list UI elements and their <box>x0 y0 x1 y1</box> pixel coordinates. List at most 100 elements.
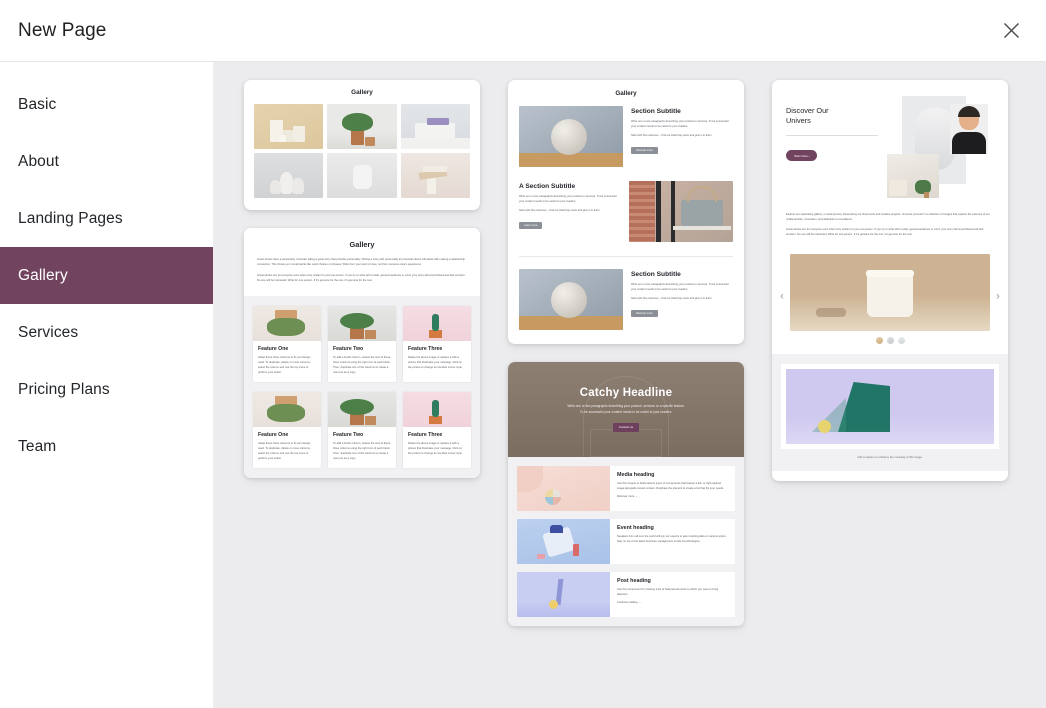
template-card-discover-univers[interactable]: Discover Our Univers Start Now › Explore… <box>772 80 1008 481</box>
list-item-text: Post heading Use this component for crea… <box>610 572 735 617</box>
gallery-grid <box>254 104 470 198</box>
template-title: Gallery <box>615 90 637 97</box>
list-item-text: Event heading Speakers from all over the… <box>610 519 735 564</box>
list-item-title: Media heading <box>617 472 655 478</box>
discover-body-1: Explore our captivating gallery, a visua… <box>786 213 990 221</box>
list-item-link[interactable]: Continue reading → <box>617 601 728 604</box>
hero-cta-button[interactable]: Contact us <box>612 422 640 432</box>
feature-card: Feature Two To add a fourth column, redu… <box>328 392 396 468</box>
template-title: Gallery <box>349 240 375 249</box>
feature-row: Feature One Adapt these three columns to… <box>253 392 471 468</box>
discover-copy: Explore our captivating gallery, a visua… <box>772 202 1008 250</box>
section-cta-button[interactable]: Learn more <box>519 221 543 230</box>
sidebar-item-label: Basic <box>18 95 57 113</box>
template-gallery-canvas: Gallery Gallery Great stories have a per… <box>214 62 1046 708</box>
carousel-thumb-1[interactable] <box>875 337 883 344</box>
sidebar-item-pricing-plans[interactable]: Pricing Plans <box>0 361 213 418</box>
sidebar-item-gallery[interactable]: Gallery <box>0 247 213 304</box>
sidebar-item-services[interactable]: Services <box>0 304 213 361</box>
hero-image-portrait <box>950 104 988 154</box>
sidebar-item-label: About <box>18 152 60 170</box>
template-card-catchy-headline[interactable]: Catchy Headline Write one or two paragra… <box>508 362 744 626</box>
hero-sub-2: To be successful your content needs to b… <box>579 409 673 414</box>
sidebar-item-label: Pricing Plans <box>18 380 110 398</box>
sidebar-item-label: Gallery <box>18 266 68 284</box>
chevron-right-icon[interactable]: › <box>991 291 1005 303</box>
chevron-left-icon[interactable]: ‹ <box>775 291 789 303</box>
section-image <box>629 181 733 242</box>
image-carousel: ‹ › <box>772 250 1008 344</box>
feature-text: Feature One Adapt these three columns to… <box>253 341 321 382</box>
sidebar-item-about[interactable]: About <box>0 133 213 190</box>
template-column-3: Discover Our Univers Start Now › Explore… <box>772 80 1008 481</box>
feature-body: Delete the above image or replace it wit… <box>408 442 463 455</box>
carousel-thumb-2[interactable] <box>886 337 894 344</box>
feature-image <box>253 306 321 341</box>
media-list: Media heading Use this snippet to build … <box>508 457 744 626</box>
sidebar-item-label: Services <box>18 323 79 341</box>
feature-body: Delete the above image or replace it wit… <box>408 356 463 369</box>
section-cta-button[interactable]: Discover more <box>631 146 658 155</box>
section-body-1: Write one or two paragraphs describing y… <box>631 283 729 291</box>
section-body-1: Write one or two paragraphs describing y… <box>631 120 729 128</box>
list-item-image <box>517 519 610 564</box>
category-sidebar: Basic About Landing Pages Gallery Servic… <box>0 62 214 708</box>
template-card-gallery-sections[interactable]: Gallery Section Subtitle Write one or tw… <box>508 80 744 344</box>
hero-banner: Catchy Headline Write one or two paragra… <box>508 362 744 457</box>
intro-paragraph-2: Great stories are for everyone even when… <box>257 274 466 282</box>
feature-card: Feature One Adapt these three columns to… <box>253 306 321 382</box>
feature-card: Feature Three Delete the above image or … <box>403 392 471 468</box>
captioned-image-frame <box>781 364 999 449</box>
feature-title: Feature Three <box>408 346 443 352</box>
carousel-thumb-3[interactable] <box>897 337 905 344</box>
template-card-gallery-features[interactable]: Gallery Great stories have a personality… <box>244 228 480 478</box>
section-body-2: Start with the customer – find out what … <box>519 209 601 212</box>
discover-hero-images <box>882 94 1008 198</box>
feature-text: Feature One Adapt these three columns to… <box>253 427 321 468</box>
template-title: Gallery <box>351 89 373 96</box>
feature-title: Feature Two <box>333 346 364 352</box>
page-title: New Page <box>18 19 107 41</box>
feature-image <box>328 392 396 427</box>
section-heading: A Section Subtitle <box>519 183 576 190</box>
discover-divider <box>786 134 878 136</box>
section-block: Section Subtitle Write one or two paragr… <box>519 106 733 167</box>
list-item-link[interactable]: Discover more → <box>617 495 728 498</box>
sidebar-item-team[interactable]: Team <box>0 418 213 475</box>
feature-title: Feature One <box>258 346 289 352</box>
gallery-thumb <box>254 104 324 149</box>
discover-heading-line-1: Discover Our <box>786 106 829 115</box>
list-item-body: Use this component for creating a list o… <box>617 588 719 596</box>
discover-hero-text: Discover Our Univers Start Now › <box>786 94 878 198</box>
feature-image <box>328 306 396 341</box>
section-block: Section Subtitle Write one or two paragr… <box>519 269 733 330</box>
sidebar-item-basic[interactable]: Basic <box>0 76 213 133</box>
feature-body: To add a fourth column, reduce the size … <box>333 442 391 460</box>
gallery-thumb <box>327 153 397 198</box>
gallery-thumb <box>400 153 470 198</box>
list-item-title: Post heading <box>617 578 651 584</box>
section-divider <box>519 256 733 257</box>
feature-body: To add a fourth column, reduce the size … <box>333 356 391 374</box>
feature-text: Feature Two To add a fourth column, redu… <box>328 427 396 468</box>
carousel-current-image <box>790 254 990 331</box>
section-cta-button[interactable]: Discover more <box>631 309 658 318</box>
discover-hero: Discover Our Univers Start Now › <box>772 80 1008 202</box>
close-icon[interactable] <box>996 16 1026 46</box>
gallery-thumb <box>400 104 470 149</box>
list-item: Post heading Use this component for crea… <box>517 572 735 617</box>
feature-text: Feature Two To add a fourth column, redu… <box>328 341 396 382</box>
feature-card: Feature Three Delete the above image or … <box>403 306 471 382</box>
hero-headline: Catchy Headline <box>579 387 673 400</box>
section-body-1: Write one or two paragraphs describing y… <box>519 195 617 203</box>
feature-row: Feature One Adapt these three columns to… <box>253 306 471 382</box>
template-card-gallery-grid[interactable]: Gallery <box>244 80 480 210</box>
discover-cta-button[interactable]: Start Now › <box>786 150 818 162</box>
captioned-image-block: Add a caption to enhance the meaning of … <box>772 354 1008 471</box>
sidebar-item-landing-pages[interactable]: Landing Pages <box>0 190 213 247</box>
feature-image <box>403 306 471 341</box>
section-body-2: Start with the customer – find out what … <box>631 134 713 137</box>
dialog-header: New Page <box>0 0 1046 62</box>
section-image <box>519 106 623 167</box>
section-body-2: Start with the customer – find out what … <box>631 297 713 300</box>
